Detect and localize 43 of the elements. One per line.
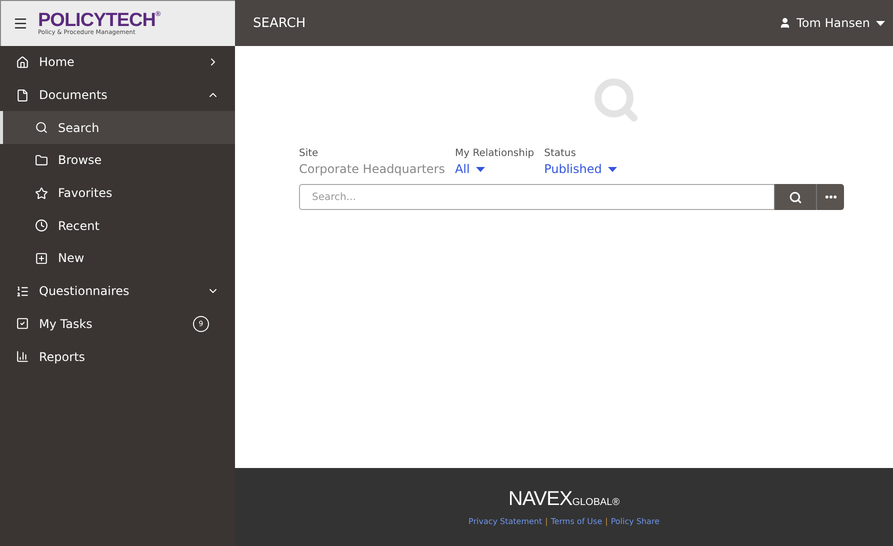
nav-subitem[interactable]: Favorites bbox=[0, 176, 235, 210]
nav-subitem[interactable]: New bbox=[0, 242, 235, 275]
footer-link[interactable]: Terms of Use bbox=[550, 517, 602, 526]
nav-icon bbox=[16, 317, 29, 330]
link-separator: | bbox=[545, 517, 548, 526]
filter-label: My Relationship bbox=[454, 148, 534, 159]
caret-icon bbox=[608, 166, 617, 172]
nav-item[interactable]: Home bbox=[0, 46, 235, 79]
nav-item[interactable]: Documents bbox=[0, 78, 235, 112]
nav-subitem[interactable]: Browse bbox=[0, 144, 235, 177]
caret-icon bbox=[876, 20, 885, 26]
nav-subitem[interactable]: Search bbox=[0, 111, 235, 144]
nav-icon bbox=[35, 219, 48, 232]
search-icon bbox=[789, 190, 802, 204]
footer-link[interactable]: Policy Share bbox=[610, 517, 660, 526]
search-icon bbox=[592, 76, 640, 124]
nav-icon bbox=[35, 154, 48, 167]
nav-item[interactable]: Reports bbox=[0, 340, 235, 373]
menu-icon[interactable] bbox=[13, 16, 28, 31]
filter-value: Corporate Headquarters bbox=[299, 162, 445, 176]
nav-icon bbox=[16, 284, 29, 298]
search-button[interactable] bbox=[774, 184, 816, 210]
caret-icon bbox=[476, 166, 485, 172]
more-button[interactable] bbox=[816, 184, 844, 210]
nav-icon bbox=[35, 186, 48, 200]
filter-dropdown[interactable]: Published bbox=[544, 162, 617, 176]
page-title: SEARCH bbox=[253, 16, 307, 30]
filter-label: Status bbox=[544, 148, 577, 159]
search-field[interactable]: Search... bbox=[299, 184, 774, 210]
user-menu[interactable]: Tom Hansen bbox=[778, 16, 885, 30]
footer-logo: NAVEXGLOBAL® bbox=[508, 488, 620, 511]
user-icon bbox=[778, 17, 791, 29]
nav-icon bbox=[35, 252, 48, 265]
nav-icon bbox=[16, 350, 29, 364]
link-separator: | bbox=[605, 517, 608, 526]
filter-label: Site bbox=[299, 148, 320, 159]
footer-link[interactable]: Privacy Statement bbox=[468, 517, 542, 526]
filter-dropdown[interactable]: All bbox=[454, 162, 534, 176]
nav-icon bbox=[16, 56, 29, 69]
nav-icon bbox=[16, 88, 29, 102]
nav-subitem[interactable]: Recent bbox=[0, 209, 235, 242]
nav-item[interactable]: Questionnaires bbox=[0, 274, 235, 308]
nav-icon bbox=[35, 121, 48, 134]
